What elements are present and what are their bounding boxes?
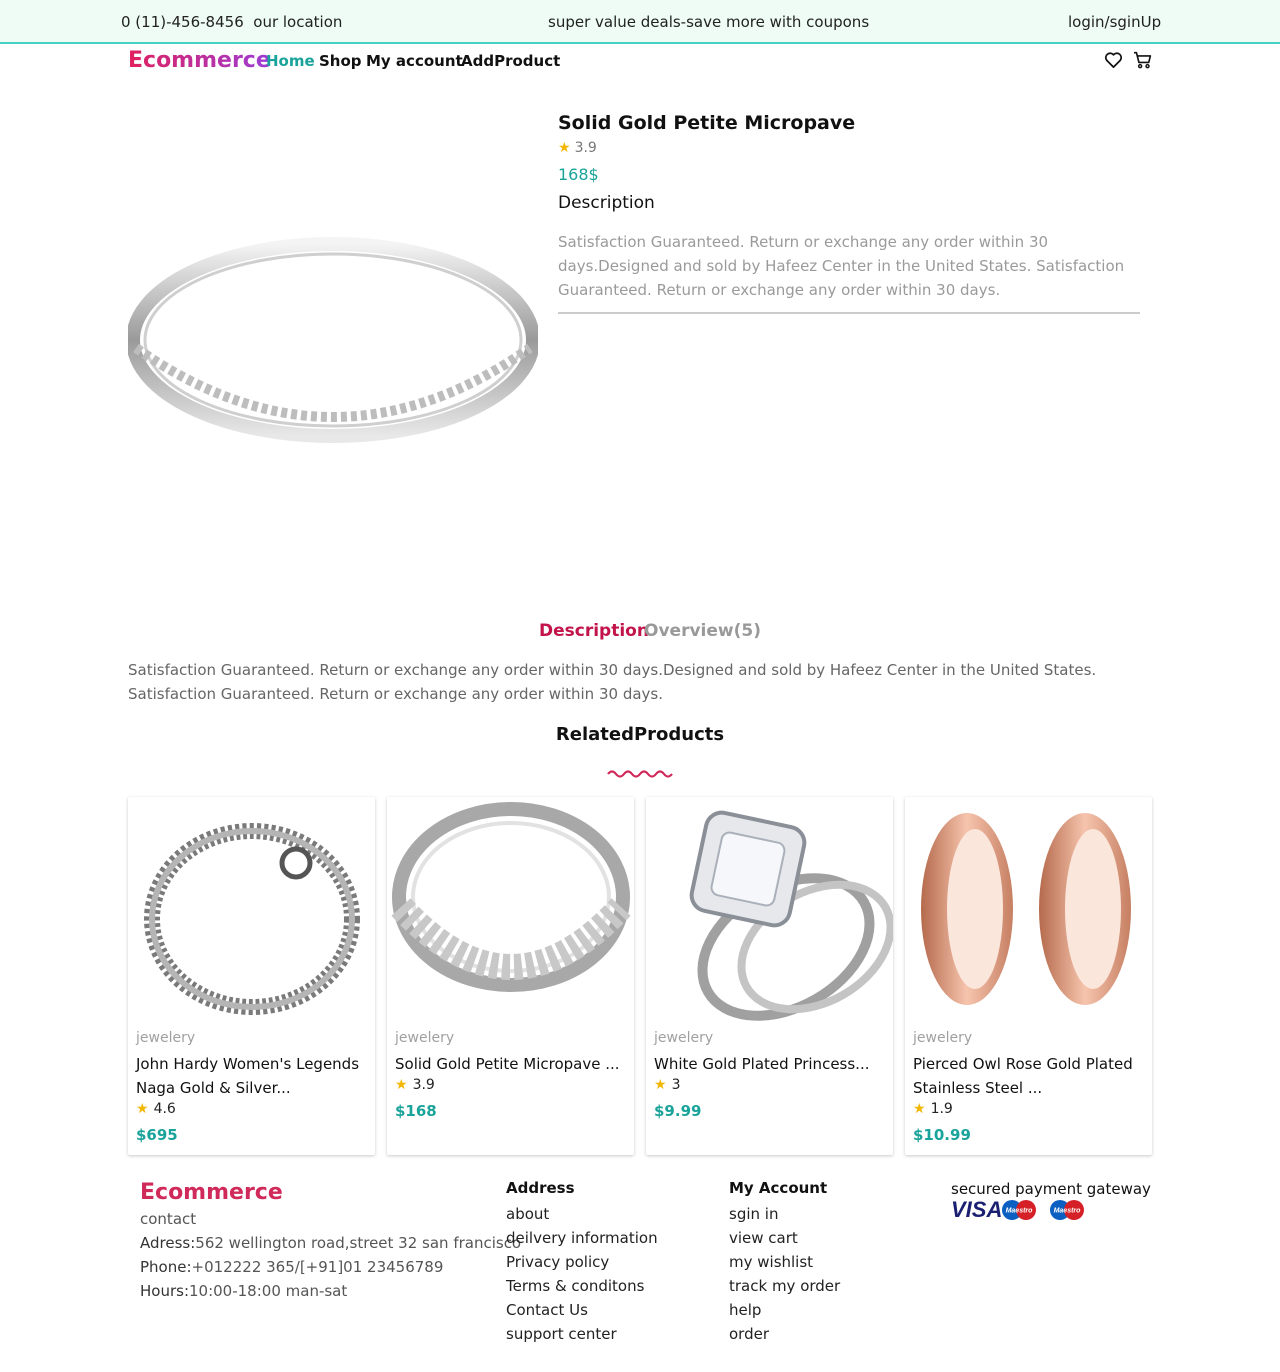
footer-link-about[interactable]: about [506, 1202, 658, 1226]
product-name[interactable]: White Gold Plated Princess... [654, 1052, 884, 1076]
footer-link-delivery[interactable]: deilvery information [506, 1226, 658, 1250]
product-main-image [126, 236, 540, 452]
product-image [905, 797, 1152, 1027]
product-image [646, 797, 893, 1027]
svg-text:Maestro: Maestro [1054, 1208, 1082, 1215]
product-name[interactable]: Pierced Owl Rose Gold Plated Stainless S… [913, 1052, 1143, 1100]
footer-link-sign-in[interactable]: sgin in [729, 1202, 840, 1226]
payment-logos: VISA Maestro Maestro [951, 1197, 1091, 1222]
footer-contact: contact [140, 1210, 197, 1228]
footer-address: Adress:562 wellington road,street 32 san… [140, 1234, 521, 1252]
divider [558, 312, 1140, 314]
footer-phone-label: Phone: [140, 1258, 192, 1276]
nav-add-product[interactable]: AddProduct [461, 52, 560, 70]
star-icon: ★ [136, 1101, 149, 1117]
secured-payment-text: secured payment gateway [951, 1180, 1151, 1198]
product-rating: ★ 3.9 [558, 140, 597, 156]
footer-link-help[interactable]: help [729, 1298, 840, 1322]
product-price: 168$ [558, 165, 599, 184]
footer-hours: Hours:10:00-18:00 man-sat [140, 1282, 347, 1300]
nav-my-account[interactable]: My account [366, 52, 463, 70]
product-card[interactable]: jewelery Pierced Owl Rose Gold Plated St… [905, 797, 1152, 1155]
product-rating: ★ 4.6 [136, 1101, 176, 1117]
footer-link-support[interactable]: support center [506, 1322, 658, 1346]
deals-text: super value deals-save more with coupons [548, 13, 870, 31]
visa-logo: VISA [951, 1197, 1002, 1222]
footer-link-wishlist[interactable]: my wishlist [729, 1250, 840, 1274]
product-rating: ★ 1.9 [913, 1101, 953, 1117]
svg-text:Maestro: Maestro [1006, 1208, 1034, 1215]
footer-link-order[interactable]: order [729, 1322, 840, 1346]
product-price: $168 [395, 1102, 437, 1120]
tab-description[interactable]: Description [539, 621, 649, 641]
maestro-logo: Maestro [1050, 1200, 1084, 1220]
footer-link-contact[interactable]: Contact Us [506, 1298, 658, 1322]
star-icon: ★ [395, 1077, 408, 1093]
product-card[interactable]: jewelery John Hardy Women's Legends Naga… [128, 797, 375, 1155]
product-name[interactable]: Solid Gold Petite Micropave ... [395, 1052, 625, 1076]
product-category: jewelery [913, 1030, 973, 1046]
product-category: jewelery [395, 1030, 455, 1046]
product-image [128, 797, 375, 1027]
wave-divider [607, 770, 673, 778]
footer-column-heading: Address [506, 1179, 575, 1197]
nav-icons [1104, 51, 1152, 71]
footer-link-track-order[interactable]: track my order [729, 1274, 840, 1298]
star-icon: ★ [654, 1077, 667, 1093]
tab-overview[interactable]: Overview(5) [644, 621, 761, 641]
footer-hours-label: Hours: [140, 1282, 189, 1300]
related-products-title: RelatedProducts [555, 724, 725, 745]
product-category: jewelery [654, 1030, 714, 1046]
product-title: Solid Gold Petite Micropave [558, 112, 856, 134]
footer-column-my-account: My Account sgin in view cart my wishlist… [729, 1178, 840, 1346]
footer-link-privacy[interactable]: Privacy policy [506, 1250, 658, 1274]
product-rating-value: 3.9 [412, 1077, 435, 1093]
star-icon: ★ [558, 140, 571, 156]
product-description-heading: Description [558, 193, 655, 213]
brand-logo[interactable]: Ecommerce [128, 48, 271, 73]
footer-link-view-cart[interactable]: view cart [729, 1226, 840, 1250]
product-rating: ★ 3.9 [395, 1077, 435, 1093]
svg-text:VISA: VISA [951, 1198, 1002, 1222]
product-rating-value: 3 [671, 1077, 681, 1093]
heart-icon[interactable] [1104, 51, 1123, 69]
product-image [387, 797, 634, 1027]
footer-hours-value: 10:00-18:00 man-sat [189, 1282, 348, 1300]
product-price: $695 [136, 1126, 178, 1144]
star-icon: ★ [913, 1101, 926, 1117]
footer-brand: Ecommerce [140, 1180, 283, 1205]
product-rating-value: 3.9 [574, 140, 597, 156]
product-name[interactable]: John Hardy Women's Legends Naga Gold & S… [136, 1052, 366, 1100]
footer-address-value: 562 wellington road,street 32 san franci… [195, 1234, 522, 1252]
footer-phone: Phone:+012222 365/[+91]01 23456789 [140, 1258, 443, 1276]
product-category: jewelery [136, 1030, 196, 1046]
cart-icon[interactable] [1133, 51, 1153, 69]
footer-column-address: Address about deilvery information Priva… [506, 1178, 658, 1346]
footer-phone-value: +012222 365/[+91]01 23456789 [191, 1258, 444, 1276]
footer-column-heading: My Account [729, 1179, 828, 1197]
product-price: $9.99 [654, 1102, 702, 1120]
top-bar: 0 (11)-456-8456 our location super value… [0, 0, 1280, 44]
product-description: Satisfaction Guaranteed. Return or excha… [558, 233, 1125, 299]
maestro-logo: Maestro [1002, 1200, 1036, 1220]
product-rating-value: 1.9 [930, 1101, 953, 1117]
product-rating-value: 4.6 [153, 1101, 176, 1117]
nav-shop[interactable]: Shop [319, 52, 362, 70]
product-price: $10.99 [913, 1126, 971, 1144]
tab-content: Satisfaction Guaranteed. Return or excha… [128, 661, 1097, 703]
product-card[interactable]: jewelery White Gold Plated Princess... ★… [646, 797, 893, 1155]
login-signup-link[interactable]: login/sginUp [1068, 13, 1161, 31]
footer-address-label: Adress: [140, 1234, 196, 1252]
nav-home[interactable]: Home [266, 52, 315, 70]
product-rating: ★ 3 [654, 1077, 680, 1093]
footer-link-terms[interactable]: Terms & conditons [506, 1274, 658, 1298]
product-card[interactable]: jewelery Solid Gold Petite Micropave ...… [387, 797, 634, 1155]
phone-location-text: 0 (11)-456-8456 our location [121, 13, 343, 31]
